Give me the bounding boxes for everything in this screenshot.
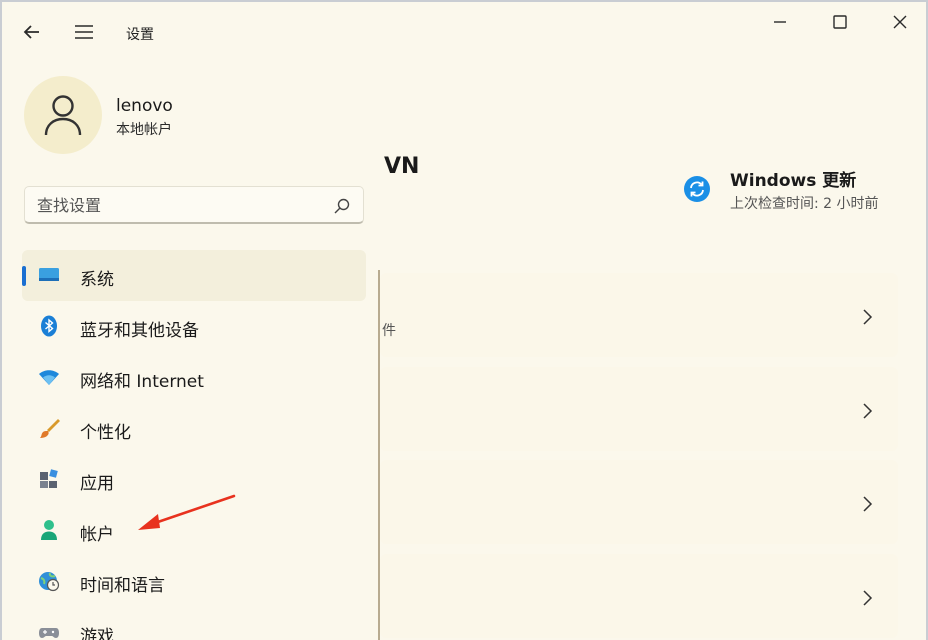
apps-icon xyxy=(40,469,58,488)
back-arrow-icon xyxy=(23,25,39,39)
maximize-button[interactable] xyxy=(828,10,852,34)
sidebar-item-label: 个性化 xyxy=(80,423,131,443)
globe-clock-icon xyxy=(39,572,60,592)
account-type: 本地帐户 xyxy=(116,122,172,138)
menu-button[interactable] xyxy=(72,20,96,44)
sidebar-item-label: 系统 xyxy=(80,270,114,290)
settings-card[interactable]: 件 xyxy=(380,273,898,357)
avatar[interactable] xyxy=(24,76,102,154)
gamepad-icon xyxy=(39,628,59,638)
search-box[interactable] xyxy=(24,186,364,224)
account-icon xyxy=(41,520,57,540)
sidebar-nav: 系统 蓝牙和其他设备 网络和 Internet 个性化 应用 帐户 时间和语言 … xyxy=(22,250,368,640)
annotation-arrow-icon xyxy=(138,494,236,530)
title-bar: 设置 xyxy=(2,2,926,62)
sidebar-item-label: 网络和 Internet xyxy=(80,372,204,392)
sidebar-item-label: 游戏 xyxy=(80,627,114,640)
windows-update-icon[interactable] xyxy=(683,175,711,203)
close-icon xyxy=(893,15,907,29)
sidebar-item-network[interactable]: 网络和 Internet xyxy=(22,352,366,403)
sidebar-item-label: 蓝牙和其他设备 xyxy=(80,321,199,341)
search-input[interactable] xyxy=(37,194,327,216)
wifi-icon xyxy=(39,370,59,385)
chevron-right-icon xyxy=(863,309,873,325)
user-name: lenovo xyxy=(116,96,173,116)
sidebar-item-bluetooth[interactable]: 蓝牙和其他设备 xyxy=(22,301,366,352)
search-icon[interactable] xyxy=(333,197,351,215)
chevron-right-icon xyxy=(863,590,873,606)
sidebar-item-personalization[interactable]: 个性化 xyxy=(22,403,366,454)
close-button[interactable] xyxy=(888,10,912,34)
minimize-icon xyxy=(774,21,786,23)
hamburger-icon xyxy=(75,25,93,39)
page-title: VN xyxy=(384,154,420,179)
chevron-right-icon xyxy=(863,496,873,512)
sidebar-item-label: 时间和语言 xyxy=(80,576,165,596)
sidebar-item-time-language[interactable]: 时间和语言 xyxy=(22,556,366,607)
windows-update-status: 上次检查时间: 2 小时前 xyxy=(730,196,879,212)
active-indicator xyxy=(22,266,26,286)
maximize-icon xyxy=(833,15,847,29)
settings-window: 设置 lenovo 本地帐户 查找设置 系统 蓝牙和其他设备 网络和 Inter… xyxy=(0,0,928,640)
settings-card[interactable] xyxy=(380,367,898,451)
sidebar-item-system[interactable]: 系统 xyxy=(22,250,366,301)
brush-icon xyxy=(40,419,60,438)
sidebar-item-label: 应用 xyxy=(80,474,114,494)
settings-card[interactable] xyxy=(380,554,898,638)
sidebar-item-gaming[interactable]: 游戏 xyxy=(22,607,366,640)
windows-update-title[interactable]: Windows 更新 xyxy=(730,166,856,191)
back-button[interactable] xyxy=(20,20,44,44)
card-description: 件 xyxy=(382,323,396,339)
settings-card[interactable] xyxy=(380,460,898,544)
minimize-button[interactable] xyxy=(768,10,792,34)
app-title: 设置 xyxy=(126,27,154,43)
chevron-right-icon xyxy=(863,403,873,419)
user-icon xyxy=(44,95,82,136)
bluetooth-icon xyxy=(41,315,57,337)
display-icon xyxy=(39,268,59,281)
sidebar-item-label: 帐户 xyxy=(80,525,114,545)
